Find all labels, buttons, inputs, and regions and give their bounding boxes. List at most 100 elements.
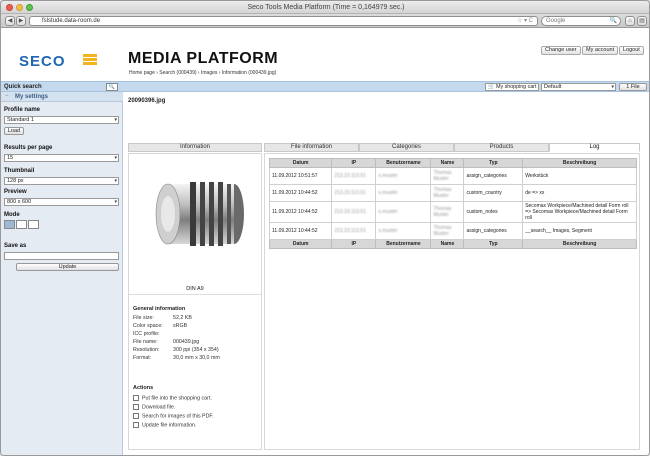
cell-user: s.muster (375, 167, 432, 185)
chevron-down-icon: ▾ (114, 155, 117, 161)
cell-name-text: Thomas Muster (433, 187, 452, 199)
divider (129, 294, 261, 295)
cell-beschreibung-text: de => xx (525, 190, 545, 196)
cell-typ-text: assign_categories (466, 173, 507, 179)
cell-typ-text: custom_notes (466, 209, 498, 215)
table-row[interactable]: 11.09.2012 10:44:52 213.23.113.51 s.muster… (268, 222, 637, 240)
forward-button[interactable]: ▶ (16, 16, 26, 26)
action-label: Put file into the shopping cart. (142, 395, 212, 402)
info-row: File size: 52,2 KB (133, 315, 192, 321)
results-value: 15 (7, 155, 14, 161)
download-icon (133, 404, 139, 410)
table-row[interactable]: 11.09.2012 10:44:52 213.23.113.51 s.muster… (268, 201, 637, 223)
cell-ip: 213.23.113.51 (331, 167, 377, 185)
info-row: Resolution: 300 ppi (354 x 354) (133, 347, 219, 353)
action-item[interactable]: Download file. (133, 404, 175, 410)
breadcrumb[interactable]: Home page › Search (000439) › Images › I… (129, 70, 276, 76)
url-bar[interactable]: fslstude.data-room.de ☆ ▾ C (29, 16, 538, 26)
cell-ip: 213.23.113.51 (331, 222, 377, 240)
tab-products[interactable]: Products (454, 143, 549, 152)
info-key: Color space: (133, 323, 163, 329)
file-count-button[interactable]: 1 File (619, 83, 647, 91)
cell-datum: 11.09.2012 10:44:52 (268, 201, 333, 223)
action-item[interactable]: Update file information. (133, 422, 196, 428)
page-menu-icon[interactable]: ▤ (637, 16, 647, 26)
zoom-icon[interactable] (26, 4, 33, 11)
cell-typ: custom_notes (463, 201, 524, 223)
cart-select[interactable]: Default ▾ (541, 83, 616, 91)
log-table-footer: Datum IP Benutzername Name Typ Beschreibung (268, 239, 637, 249)
page-header: SECO MEDIA PLATFORM Home page › Search (… (1, 29, 649, 81)
load-button[interactable]: Load (4, 127, 24, 135)
cell-name-text: Thomas Muster (433, 206, 452, 218)
my-settings-header[interactable]: − My settings (1, 92, 123, 102)
shopping-cart-link[interactable]: 🛒 My shopping cart (485, 83, 540, 91)
google-search-input[interactable]: Google 🔍 (541, 16, 621, 26)
chevron-down-icon: ▾ (114, 199, 117, 205)
action-item[interactable]: Put file into the shopping cart. (133, 395, 212, 401)
column-footer: Benutzername (375, 239, 432, 249)
thumbnail-select[interactable]: 128 px ▾ (4, 177, 119, 185)
log-table-body: 11.09.2012 10:51:57 213.23.113.51 s.muster… (268, 167, 637, 240)
column-header[interactable]: IP (331, 158, 377, 168)
save-as-input[interactable] (4, 252, 119, 260)
general-info-title: General information (133, 306, 186, 312)
results-per-page-label: Results per page (4, 145, 53, 151)
information-panel: DIN A9 General information File size: 52,… (128, 153, 262, 450)
cell-ip-text: 213.23.113.51 (334, 190, 366, 196)
quick-search-icon[interactable]: 🔍 (106, 83, 118, 91)
cart-select-value: Default (544, 84, 562, 90)
preview-select[interactable]: 800 x 600 ▾ (4, 198, 119, 206)
tab-information[interactable]: Information (128, 143, 262, 152)
column-header[interactable]: Name (430, 158, 465, 168)
my-account-button[interactable]: My account (582, 46, 619, 55)
product-image[interactable] (130, 156, 262, 276)
column-header[interactable]: Typ (463, 158, 524, 168)
home-icon[interactable]: ⌂ (625, 16, 635, 26)
thumbnail-value: 128 px (7, 178, 24, 184)
list-mode-icon[interactable] (16, 220, 27, 229)
table-row[interactable]: 11.09.2012 10:51:57 213.23.113.51 s.muster… (268, 167, 637, 185)
logout-button[interactable]: Logout (619, 46, 644, 55)
cart-icon: 🛒 (488, 84, 497, 90)
back-button[interactable]: ◀ (5, 16, 15, 26)
tab-categories[interactable]: Categories (359, 143, 454, 152)
cell-beschreibung-text: Secomax Workpiece/Machined detail Form r… (525, 203, 629, 221)
cell-datum: 11.09.2012 10:44:52 (268, 184, 333, 202)
cell-typ: assign_categories (463, 167, 524, 185)
cell-beschreibung: __search__ Images, Segment (522, 222, 637, 240)
cell-name-text: Thomas Muster (433, 225, 452, 237)
cell-ip: 213.23.113.51 (331, 201, 377, 223)
column-header[interactable]: Datum (268, 158, 333, 168)
info-value: 000439.jpg (173, 339, 200, 345)
info-key: ICC profile: (133, 331, 160, 337)
minimize-icon[interactable] (16, 4, 23, 11)
column-header[interactable]: Benutzername (375, 158, 432, 168)
reload-icon[interactable]: ☆ ▾ C (517, 17, 533, 25)
chevron-down-icon: ▾ (114, 178, 117, 184)
info-row: File name: 000439.jpg (133, 339, 199, 345)
action-item[interactable]: Search for images of this PDF. (133, 413, 214, 419)
cell-ip-text: 213.23.113.51 (334, 173, 366, 179)
seco-logo[interactable]: SECO (19, 53, 66, 70)
tab-log[interactable]: Log (549, 143, 640, 152)
update-button[interactable]: Update (16, 263, 119, 271)
browser-toolbar: ◀ ▶ fslstude.data-room.de ☆ ▾ C Google 🔍… (1, 14, 649, 28)
pdf-search-icon (133, 413, 139, 419)
table-row[interactable]: 11.09.2012 10:44:52 213.23.113.51 s.muster… (268, 184, 637, 202)
tab-file-information[interactable]: File information (264, 143, 359, 152)
cell-beschreibung: de => xx (522, 184, 637, 202)
detail-mode-icon[interactable] (28, 220, 39, 229)
log-table: Datum IP Benutzername Name Typ Beschreibung 1… (268, 158, 637, 249)
change-user-button[interactable]: Change user (541, 46, 581, 55)
info-row: Color space: sRGB (133, 323, 187, 329)
info-key: Format: (133, 355, 152, 361)
results-select[interactable]: 15 ▾ (4, 154, 119, 162)
file-name-title: 20090396.jpg (128, 98, 166, 104)
column-header[interactable]: Beschreibung (522, 158, 637, 168)
profile-select[interactable]: Standard 1 ▾ (4, 116, 119, 124)
grid-mode-icon[interactable] (4, 220, 15, 229)
cell-typ-text: assign_categories (466, 228, 507, 234)
close-icon[interactable] (6, 4, 13, 11)
edit-icon (133, 422, 139, 428)
